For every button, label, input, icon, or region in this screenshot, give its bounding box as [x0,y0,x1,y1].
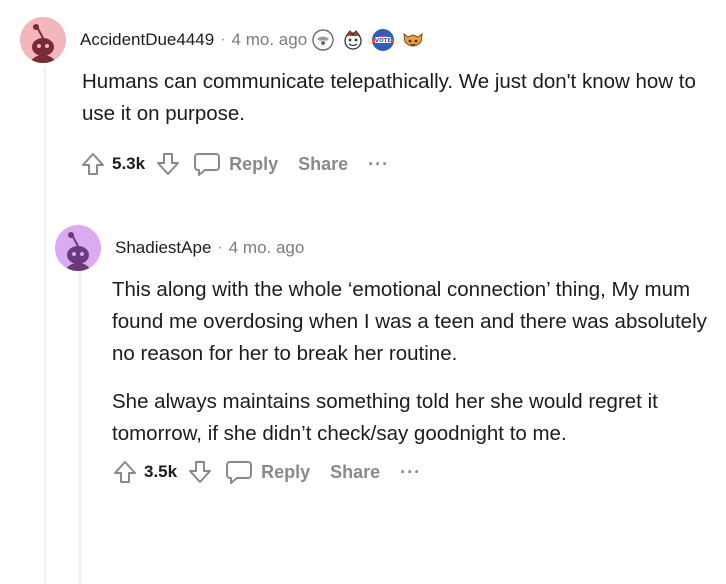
wholesome-award-icon [344,30,362,50]
reply-button[interactable]: Reply [193,151,278,177]
comment: AccidentDue4449 · 4 mo. ago VOTE Humans … [20,14,710,182]
timestamp[interactable]: 4 mo. ago [229,238,305,258]
snoo-avatar-icon [55,225,101,271]
comment-header: ShadiestApe · 4 mo. ago [55,222,715,274]
awards[interactable]: VOTE [311,28,425,52]
svg-text:VOTE: VOTE [375,38,392,44]
reply-button[interactable]: Reply [225,459,310,485]
comment-actions: 3.5k Reply Share ··· [112,454,715,490]
comment-actions: 5.3k Reply Share ··· [80,146,710,182]
reply-label: Reply [229,153,279,174]
reply-label: Reply [261,461,311,482]
downvote-icon[interactable] [155,151,181,177]
comment-paragraph: This along with the whole ‘emotional con… [112,278,707,365]
comment-body: Humans can communicate telepathically. W… [82,66,710,130]
avatar[interactable] [55,225,101,271]
username[interactable]: AccidentDue4449 [80,30,214,50]
more-options-button[interactable]: ··· [368,154,389,175]
vote-score: 3.5k [144,462,178,481]
snoo-avatar-icon [20,17,66,63]
avatar[interactable] [20,17,66,63]
upvote-icon[interactable] [80,151,106,177]
upvote-icon[interactable] [112,459,138,485]
separator: · [217,239,223,256]
cat-award-icon [403,32,423,47]
comment-bubble-icon [226,461,253,484]
downvote-icon[interactable] [187,459,213,485]
comment-paragraph: She always maintains something told her … [112,390,658,445]
comment-reply: ShadiestApe · 4 mo. ago This along with … [55,222,715,490]
timestamp[interactable]: 4 mo. ago [232,30,308,50]
comment-paragraph: Humans can communicate telepathically. W… [82,70,696,125]
comment-body: This along with the whole ‘emotional con… [112,274,715,450]
clown-award-icon [312,29,334,51]
vote-score: 5.3k [112,154,146,173]
more-options-button[interactable]: ··· [400,462,421,483]
comment-bubble-icon [194,153,221,176]
comment-header: AccidentDue4449 · 4 mo. ago VOTE [20,14,710,66]
share-button[interactable]: Share [298,154,348,175]
username[interactable]: ShadiestApe [115,238,211,258]
separator: · [220,31,226,48]
share-button[interactable]: Share [330,462,380,483]
vote-award-icon: VOTE [372,29,395,51]
